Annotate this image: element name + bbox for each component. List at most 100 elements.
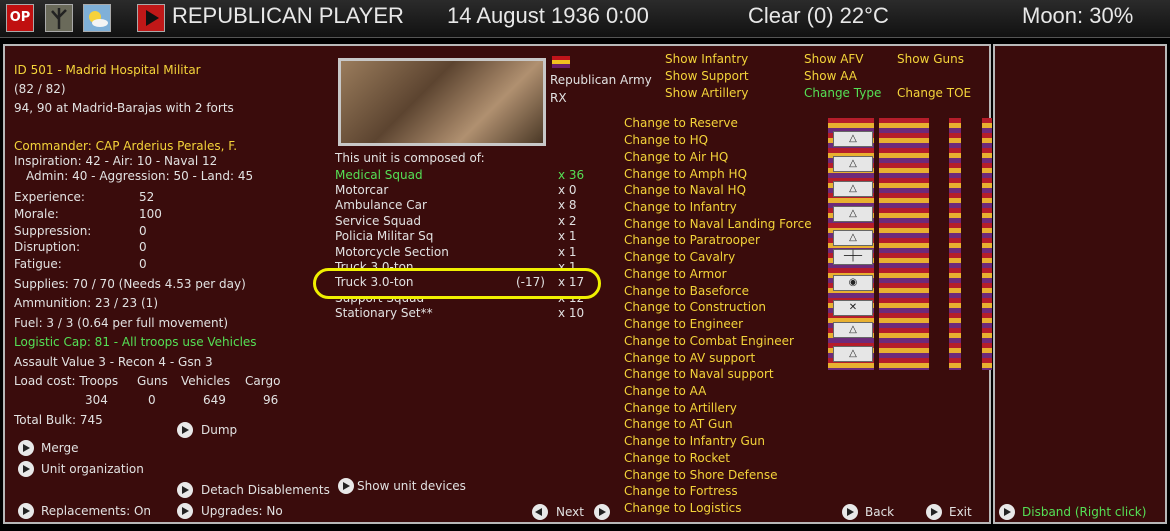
change-type-link[interactable]: Change Type xyxy=(804,86,881,101)
composition-title: This unit is composed of: xyxy=(335,151,485,165)
replacements-label[interactable]: Replacements: On xyxy=(41,504,151,519)
show-support-link[interactable]: Show Support xyxy=(665,69,749,84)
unit-id: ID 501 - Madrid Hospital Militar xyxy=(14,63,201,77)
upgrades-label[interactable]: Upgrades: No xyxy=(201,504,283,519)
next-button[interactable] xyxy=(594,504,610,520)
detach-disablements-label[interactable]: Detach Disablements xyxy=(201,483,330,498)
unit-type-icon[interactable]: △ xyxy=(833,206,873,222)
change-type-item[interactable]: Change to Cavalry xyxy=(624,250,735,265)
unit-organization-button[interactable] xyxy=(18,461,34,477)
total-bulk: Total Bulk: 745 xyxy=(14,413,103,427)
change-type-item[interactable]: Change to Infantry Gun xyxy=(624,434,765,449)
show-artillery-link[interactable]: Show Artillery xyxy=(665,86,748,101)
stat-value: 52 xyxy=(139,190,155,204)
unit-type-icon[interactable]: ◉ xyxy=(833,275,873,291)
change-type-item[interactable]: Change to Shore Defense xyxy=(624,468,778,483)
top-bar: OP REPUBLICAN PLAYER 14 August 1936 0:00… xyxy=(0,0,1170,38)
weather-sun-icon[interactable] xyxy=(83,4,111,32)
change-type-item[interactable]: Change to Reserve xyxy=(624,116,738,131)
device-name[interactable]: Ambulance Car xyxy=(335,198,427,213)
change-type-item[interactable]: Change to Rocket xyxy=(624,451,730,466)
change-type-item[interactable]: Change to Armor xyxy=(624,267,727,282)
stat-label: Experience: xyxy=(14,190,85,204)
back-label[interactable]: Back xyxy=(865,505,894,520)
device-count: x 1 xyxy=(558,245,577,259)
tree-icon[interactable] xyxy=(45,4,73,32)
unit-type-icon[interactable]: ✕ xyxy=(833,300,873,316)
change-type-item[interactable]: Change to Naval Landing Force xyxy=(624,217,812,232)
show-unit-devices-label[interactable]: Show unit devices xyxy=(357,479,466,494)
change-type-item[interactable]: Change to Paratrooper xyxy=(624,233,760,248)
show-infantry-link[interactable]: Show Infantry xyxy=(665,52,748,67)
change-type-item[interactable]: Change to Fortress xyxy=(624,484,738,499)
change-type-item[interactable]: Change to Air HQ xyxy=(624,150,728,165)
fuel: Fuel: 3 / 3 (0.64 per full movement) xyxy=(14,316,229,330)
disband-label[interactable]: Disband (Right click) xyxy=(1022,505,1146,520)
change-type-item[interactable]: Change to AV support xyxy=(624,351,755,366)
dump-button[interactable] xyxy=(177,422,193,438)
change-type-item[interactable]: Change to Infantry xyxy=(624,200,737,215)
commander-ratings-1: Inspiration: 42 - Air: 10 - Naval 12 xyxy=(14,154,218,168)
change-type-item[interactable]: Change to HQ xyxy=(624,133,708,148)
stat-value: 0 xyxy=(139,224,147,238)
end-turn-play-icon[interactable] xyxy=(137,4,165,32)
unit-type-icon[interactable]: △ xyxy=(833,322,873,338)
device-count: x 36 xyxy=(558,168,585,182)
unit-strength: (82 / 82) xyxy=(14,82,66,96)
unit-type-icon[interactable]: △ xyxy=(833,230,873,246)
merge-label[interactable]: Merge xyxy=(41,441,78,456)
detach-disablements-button[interactable] xyxy=(177,482,193,498)
commander-name[interactable]: Commander: CAP Arderius Perales, F. xyxy=(14,139,237,154)
unit-type-icon[interactable]: △ xyxy=(833,181,873,197)
replacements-button[interactable] xyxy=(18,503,34,519)
show-unit-devices-button[interactable] xyxy=(338,478,354,494)
show-aa-link[interactable]: Show AA xyxy=(804,69,857,84)
upgrades-button[interactable] xyxy=(177,503,193,519)
back-button[interactable] xyxy=(842,504,858,520)
assault-value: Assault Value 3 - Recon 4 - Gsn 3 xyxy=(14,355,213,369)
change-type-item[interactable]: Change to AA xyxy=(624,384,706,399)
merge-button[interactable] xyxy=(18,440,34,456)
change-type-item[interactable]: Change to Construction xyxy=(624,300,766,315)
device-name[interactable]: Stationary Set** xyxy=(335,306,433,321)
next-prev-button[interactable] xyxy=(532,504,548,520)
change-type-item[interactable]: Change to AT Gun xyxy=(624,417,733,432)
next-label[interactable]: Next xyxy=(556,505,584,520)
device-name[interactable]: Motorcycle Section xyxy=(335,245,449,260)
op-button[interactable]: OP xyxy=(6,4,34,32)
change-type-item[interactable]: Change to Logistics xyxy=(624,501,742,516)
load-value-cargo: 96 xyxy=(263,393,279,407)
army-code: RX xyxy=(550,91,567,105)
show-guns-link[interactable]: Show Guns xyxy=(897,52,964,67)
unit-organization-label[interactable]: Unit organization xyxy=(41,462,144,477)
device-count: x 1 xyxy=(558,229,577,243)
change-type-item[interactable]: Change to Naval HQ xyxy=(624,183,746,198)
change-toe-link[interactable]: Change TOE xyxy=(897,86,971,101)
unit-detail-panel: ID 501 - Madrid Hospital Militar (82 / 8… xyxy=(3,44,992,524)
game-date: 14 August 1936 0:00 xyxy=(447,3,649,28)
unit-type-icon[interactable]: △ xyxy=(833,131,873,147)
change-type-item[interactable]: Change to Naval support xyxy=(624,367,774,382)
change-type-item[interactable]: Change to Combat Engineer xyxy=(624,334,794,349)
play-glyph-icon xyxy=(146,10,159,26)
unit-type-icon[interactable]: △ xyxy=(833,346,873,362)
disband-button[interactable] xyxy=(999,504,1015,520)
army-name: Republican Army xyxy=(550,73,652,87)
device-name[interactable]: Policia Militar Sq xyxy=(335,229,433,244)
exit-label[interactable]: Exit xyxy=(949,505,972,520)
dump-label[interactable]: Dump xyxy=(201,423,237,438)
change-type-item[interactable]: Change to Engineer xyxy=(624,317,743,332)
unit-type-icon[interactable]: ─┼─ xyxy=(833,249,873,265)
change-type-item[interactable]: Change to Amph HQ xyxy=(624,167,747,182)
unit-type-icon[interactable]: △ xyxy=(833,156,873,172)
change-type-item[interactable]: Change to Artillery xyxy=(624,401,737,416)
player-title: REPUBLICAN PLAYER xyxy=(172,3,404,28)
show-afv-link[interactable]: Show AFV xyxy=(804,52,864,67)
change-type-item[interactable]: Change to Baseforce xyxy=(624,284,749,299)
exit-button[interactable] xyxy=(926,504,942,520)
device-name[interactable]: Motorcar xyxy=(335,183,388,198)
device-name[interactable]: Service Squad xyxy=(335,214,421,229)
commander-ratings-2: Admin: 40 - Aggression: 50 - Land: 45 xyxy=(26,169,254,183)
unit-photo xyxy=(338,58,546,146)
device-name[interactable]: Medical Squad xyxy=(335,168,423,183)
